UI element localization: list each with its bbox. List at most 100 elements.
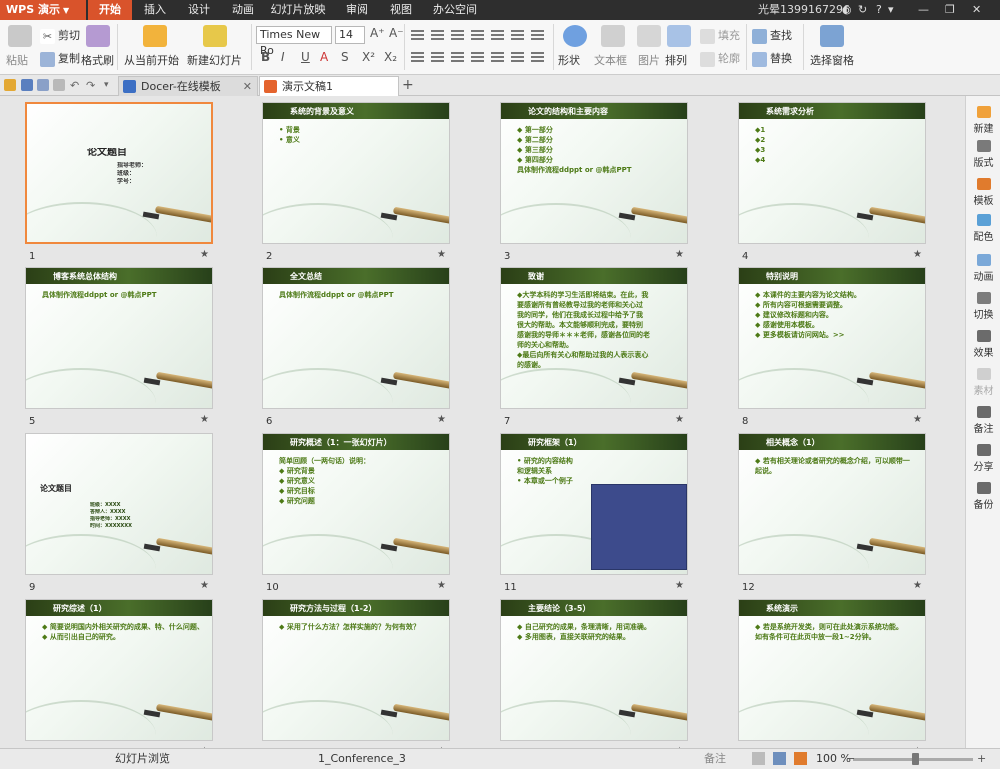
- sync-icon[interactable]: ↻: [858, 0, 867, 20]
- tab-view[interactable]: 视图: [382, 0, 420, 20]
- fill-button[interactable]: 填充: [700, 27, 740, 44]
- strikethrough-icon[interactable]: S: [341, 50, 349, 64]
- picture-button[interactable]: 图片: [638, 52, 660, 68]
- tab-home[interactable]: 开始: [88, 0, 132, 20]
- slide-preview[interactable]: 致谢 ◆大学本科的学习生活即将结束。在此，我 要感谢所有曾经教导过我的老师和关心过我…: [500, 267, 688, 409]
- play-from-current-icon[interactable]: [143, 25, 167, 47]
- slide-transition-star-icon[interactable]: ★: [675, 414, 684, 425]
- align-bottom-icon[interactable]: [531, 52, 544, 62]
- text-direction-icon[interactable]: [511, 30, 524, 40]
- tab-review[interactable]: 审阅: [338, 0, 376, 20]
- slide-preview[interactable]: 论文题目 班级：XXXX 答辩人：XXXX 指导老师：XXXX 时间：XXXXXXX: [25, 433, 213, 575]
- outline-button[interactable]: 轮廓: [700, 50, 740, 67]
- tab-insert[interactable]: 插入: [136, 0, 174, 20]
- save-icon[interactable]: [21, 79, 33, 91]
- font-shrink-icon[interactable]: A⁻: [389, 26, 404, 40]
- panel-template[interactable]: 模板: [966, 178, 1000, 207]
- font-grow-icon[interactable]: A⁺: [370, 26, 385, 40]
- tab-design[interactable]: 设计: [180, 0, 218, 20]
- font-size-select[interactable]: 14: [335, 26, 365, 44]
- slide-thumbnail[interactable]: 系统的背景及意义 • 背景 • 意义 2 ★: [262, 102, 450, 262]
- tab-presentation-1[interactable]: 演示文稿1: [259, 76, 399, 96]
- panel-animation[interactable]: 动画: [966, 254, 1000, 283]
- tab-office-space[interactable]: 办公空间: [428, 0, 482, 20]
- subscript-icon[interactable]: X₂: [384, 50, 397, 64]
- undo-icon[interactable]: ↶: [70, 80, 82, 92]
- panel-effects[interactable]: 效果: [966, 330, 1000, 359]
- format-painter-icon[interactable]: [86, 25, 110, 47]
- slide-preview[interactable]: 全文总结 具体制作流程ddppt or @韩点PPT: [262, 267, 450, 409]
- panel-backup[interactable]: 备份: [966, 482, 1000, 511]
- format-painter-button[interactable]: 格式刷: [81, 52, 114, 68]
- from-current-button[interactable]: 从当前开始: [124, 52, 179, 68]
- picture-icon[interactable]: [637, 25, 661, 47]
- find-button[interactable]: 查找: [752, 27, 792, 44]
- replace-button[interactable]: 替换: [752, 50, 792, 67]
- open-icon[interactable]: [4, 79, 16, 91]
- panel-notes[interactable]: 备注: [966, 406, 1000, 435]
- paste-button[interactable]: 粘贴: [6, 52, 28, 68]
- slide-thumbnail[interactable]: 论文题目 指导老师： 班级： 学号： 1 ★: [25, 102, 213, 262]
- slide-thumbnail[interactable]: 致谢 ◆大学本科的学习生活即将结束。在此，我 要感谢所有曾经教导过我的老师和关心过我…: [500, 267, 688, 427]
- tab-slideshow[interactable]: 幻灯片放映: [266, 0, 330, 20]
- slide-preview[interactable]: 论文的结构和主要内容 ◆ 第一部分 ◆ 第二部分 ◆ 第三部分 ◆ 第四部分 具体制作流程…: [500, 102, 688, 244]
- slide-transition-star-icon[interactable]: ★: [200, 580, 209, 591]
- slide-transition-star-icon[interactable]: ★: [437, 414, 446, 425]
- help-icon[interactable]: ?: [876, 0, 882, 20]
- print-icon[interactable]: [37, 79, 49, 91]
- slide-thumbnail[interactable]: 研究框架（1） • 研究的内容结构 和逻辑关系 • 本章或一个例子 11 ★: [500, 433, 688, 593]
- justify-icon[interactable]: [471, 52, 484, 62]
- close-tab-icon[interactable]: ✕: [243, 77, 252, 96]
- panel-share[interactable]: 分享: [966, 444, 1000, 473]
- panel-transition[interactable]: 切换: [966, 292, 1000, 321]
- panel-layout[interactable]: 版式: [966, 140, 1000, 169]
- slide-preview[interactable]: 研究概述（1：一张幻灯片） 简单回顾（一两句话）说明： ◆ 研究背景 ◆ 研究意义 ◆ …: [262, 433, 450, 575]
- slide-transition-star-icon[interactable]: ★: [675, 580, 684, 591]
- numbering-icon[interactable]: [431, 30, 444, 40]
- align-left-icon[interactable]: [411, 52, 424, 62]
- font-name-select[interactable]: Times New Ro: [256, 26, 332, 57]
- slide-thumbnail[interactable]: 论文的结构和主要内容 ◆ 第一部分 ◆ 第二部分 ◆ 第三部分 ◆ 第四部分 具体制作流程…: [500, 102, 688, 262]
- new-slide-button[interactable]: 新建幻灯片: [187, 52, 242, 68]
- slide-preview[interactable]: 系统的背景及意义 • 背景 • 意义: [262, 102, 450, 244]
- font-color-icon[interactable]: A: [320, 50, 328, 64]
- paste-icon[interactable]: [8, 25, 32, 47]
- quick-access-chevron-icon[interactable]: ▾: [104, 80, 116, 92]
- columns-icon[interactable]: [531, 30, 544, 40]
- close-icon[interactable]: ✕: [972, 0, 981, 20]
- slide-thumbnail[interactable]: 研究概述（1：一张幻灯片） 简单回顾（一两句话）说明： ◆ 研究背景 ◆ 研究意义 ◆ …: [262, 433, 450, 593]
- indent-increase-icon[interactable]: [471, 30, 484, 40]
- panel-new[interactable]: 新建: [966, 106, 1000, 135]
- zoom-in-icon[interactable]: +: [977, 749, 986, 769]
- slide-preview[interactable]: 相关概念（1） ◆ 若有相关理论或者研究的概念介绍，可以顺带一 起说。: [738, 433, 926, 575]
- slide-transition-star-icon[interactable]: ★: [675, 249, 684, 260]
- restore-icon[interactable]: ❐: [945, 0, 955, 20]
- help-chevron-icon[interactable]: ▾: [888, 0, 894, 20]
- slide-preview[interactable]: 研究框架（1） • 研究的内容结构 和逻辑关系 • 本章或一个例子: [500, 433, 688, 575]
- arrange-icon[interactable]: [667, 25, 691, 47]
- slide-preview[interactable]: 论文题目 指导老师： 班级： 学号：: [25, 102, 213, 244]
- slide-thumbnail[interactable]: 研究方法与过程（1-2）◆ 采用了什么方法？怎样实施的？为何有效？14★: [262, 599, 450, 748]
- slide-transition-star-icon[interactable]: ★: [913, 249, 922, 260]
- underline-icon[interactable]: U: [301, 50, 310, 64]
- slide-transition-star-icon[interactable]: ★: [437, 580, 446, 591]
- slide-transition-star-icon[interactable]: ★: [200, 414, 209, 425]
- textbox-icon[interactable]: [601, 25, 625, 47]
- slide-preview[interactable]: 研究综述（1） ◆ 简要说明国内外相关研究的成果、特、什么问题、什么成果 ◆ 从而引…: [25, 599, 213, 741]
- slide-preview[interactable]: 主要结论（3-5） ◆ 自己研究的成果，条理清晰，用词准确。 ◆ 多用图表，直接关联…: [500, 599, 688, 741]
- notes-toggle[interactable]: 备注: [704, 749, 726, 769]
- normal-view-icon[interactable]: [752, 752, 765, 765]
- print-preview-icon[interactable]: [53, 79, 65, 91]
- panel-materials[interactable]: 素材: [966, 368, 1000, 397]
- slide-preview[interactable]: 特别说明 ◆ 本课件的主要内容为论文结构。 ◆ 所有内容可根据需要调整。 ◆ 建议修改…: [738, 267, 926, 409]
- slide-thumbnail[interactable]: 研究综述（1） ◆ 简要说明国内外相关研究的成果、特、什么问题、什么成果 ◆ 从而引…: [25, 599, 213, 748]
- select-pane-icon[interactable]: [820, 25, 844, 47]
- copy-button[interactable]: 复制: [40, 50, 80, 67]
- select-pane-button[interactable]: 选择窗格: [810, 52, 854, 68]
- slide-thumbnail[interactable]: 博客系统总体结构 具体制作流程ddppt or @韩点PPT 5 ★: [25, 267, 213, 427]
- slide-thumbnail[interactable]: 全文总结 具体制作流程ddppt or @韩点PPT 6 ★: [262, 267, 450, 427]
- align-top-icon[interactable]: [511, 52, 524, 62]
- slide-preview[interactable]: 系统演示 ◆ 若是系统开发类，则可在此处演示系统功能。 如有条件可在此页中放一段1…: [738, 599, 926, 741]
- tab-docer-templates[interactable]: Docer-在线模板 ✕: [118, 76, 258, 96]
- minimize-icon[interactable]: —: [918, 0, 929, 20]
